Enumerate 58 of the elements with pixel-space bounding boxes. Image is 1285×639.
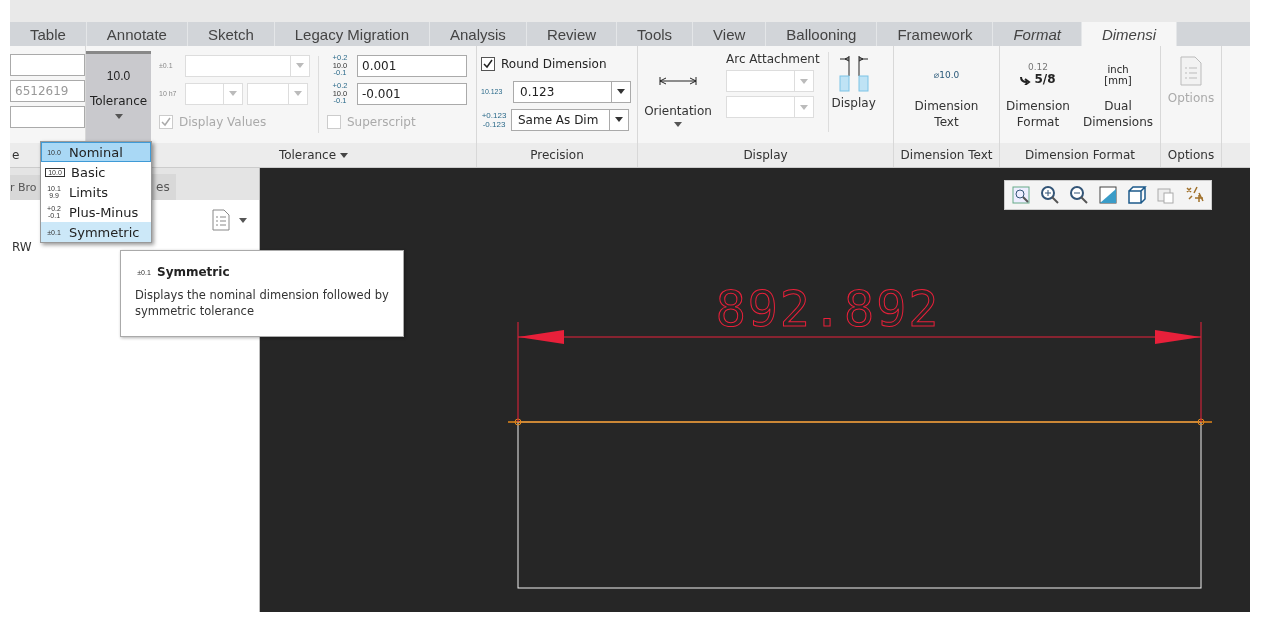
- caret-icon: [617, 89, 625, 94]
- dropdown[interactable]: [185, 54, 310, 77]
- zoom-out-icon[interactable]: [1069, 185, 1089, 205]
- document-list-icon: [1179, 56, 1203, 86]
- caret-icon: [114, 114, 123, 119]
- tree-item[interactable]: RW: [10, 240, 259, 254]
- list-settings-icon[interactable]: [211, 209, 231, 231]
- tolerance-decimals-icon: +0.123 -0.123: [481, 110, 507, 129]
- tooltip-title: Symmetric: [157, 265, 230, 279]
- checkbox-label: Display Values: [179, 114, 267, 129]
- orientation-button[interactable]: Orientation: [638, 50, 718, 127]
- zoom-in-icon[interactable]: [1040, 185, 1060, 205]
- group-label: Dimension Text: [894, 143, 999, 167]
- zoom-fit-icon[interactable]: [1011, 185, 1031, 205]
- dropdown[interactable]: [185, 82, 243, 105]
- checkbox-label: Superscript: [347, 114, 416, 129]
- dimension-value: 892.892: [715, 280, 941, 338]
- arc-attachment-label: Arc Attachment: [726, 52, 820, 66]
- dual-dimensions-button[interactable]: inch [mm] Dual Dimensions: [1078, 50, 1158, 130]
- dropdown[interactable]: [726, 70, 814, 92]
- horizontal-arrow-icon: [659, 76, 697, 86]
- decimals-dropdown[interactable]: 0.123: [513, 80, 631, 103]
- caret-icon: [800, 78, 808, 84]
- caret-icon: [229, 91, 237, 96]
- dual-dimensions-icon: inch [mm]: [1104, 56, 1132, 94]
- dimension-text-icon: ⌀10.0: [933, 56, 960, 94]
- display-button[interactable]: Display: [828, 50, 879, 110]
- group-label: Display: [638, 143, 893, 167]
- group-label: Precision: [477, 143, 637, 167]
- caret-icon: [674, 122, 682, 127]
- repaint-icon[interactable]: [1098, 185, 1118, 205]
- text-field[interactable]: [10, 106, 85, 128]
- caret-icon: [296, 63, 304, 68]
- caret-icon[interactable]: [340, 152, 349, 158]
- caret-icon: [294, 91, 302, 96]
- dimension-text-button[interactable]: ⌀10.0 Dimension Text: [904, 50, 989, 130]
- ribbon-tab[interactable]: Dimensi: [1081, 22, 1178, 46]
- text-field[interactable]: [10, 54, 85, 76]
- sketch-snap-icon[interactable]: [1185, 185, 1205, 205]
- panel-tab[interactable]: es: [150, 174, 176, 200]
- cube-icon[interactable]: [1127, 185, 1147, 205]
- caret-icon[interactable]: [239, 217, 247, 223]
- group-label[interactable]: Tolerance: [278, 148, 337, 162]
- tooltip-text: Displays the nominal dimension followed by symmetric tolerance: [135, 287, 389, 319]
- caret-icon: [800, 104, 808, 110]
- saved-views-icon[interactable]: [1156, 185, 1176, 205]
- group-label: Dimension Format: [1000, 143, 1160, 167]
- tolerance-field[interactable]: -0.001: [357, 82, 467, 105]
- tolerance-decimals-dropdown[interactable]: Same As Dim: [511, 108, 629, 131]
- dimension-format-button[interactable]: 0.12 5/8 Dimension Format: [1002, 50, 1074, 130]
- dropdown[interactable]: [247, 82, 308, 105]
- checkbox[interactable]: [481, 56, 495, 71]
- tolerance-button[interactable]: 10.0 Tolerance: [86, 51, 151, 143]
- caret-icon: [615, 117, 623, 122]
- checkbox-label: Round Dimension: [501, 56, 607, 71]
- tolerance-field[interactable]: 0.001: [357, 54, 467, 77]
- group-label: Options: [1161, 143, 1221, 167]
- dropdown[interactable]: [726, 96, 814, 118]
